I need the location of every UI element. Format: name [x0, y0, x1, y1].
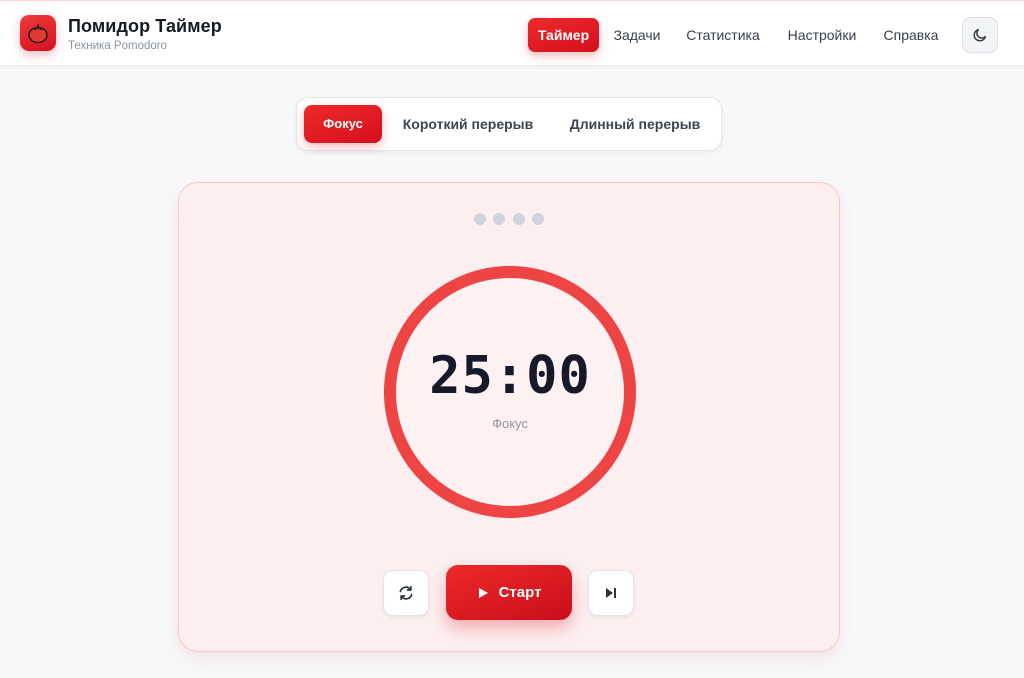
main-nav: Таймер Задачи Статистика Настройки Справ… — [0, 18, 1024, 52]
reset-icon — [399, 585, 413, 601]
nav-settings[interactable]: Настройки — [778, 18, 866, 52]
session-dot — [474, 213, 486, 225]
theme-toggle-button[interactable] — [962, 17, 998, 53]
mode-selector: Фокус Короткий перерыв Длинный перерыв — [296, 97, 722, 151]
start-button[interactable]: Старт — [446, 565, 572, 620]
reset-button[interactable] — [383, 570, 429, 616]
mode-long-break[interactable]: Длинный перерыв — [555, 105, 715, 143]
moon-icon — [973, 28, 987, 42]
nav-tasks[interactable]: Задачи — [606, 18, 668, 52]
session-dot — [513, 213, 525, 225]
session-dot — [493, 213, 505, 225]
skip-button[interactable] — [588, 570, 634, 616]
nav-statistics[interactable]: Статистика — [678, 18, 768, 52]
mode-focus[interactable]: Фокус — [304, 105, 382, 143]
timer-mode-label: Фокус — [492, 416, 528, 431]
play-icon — [478, 587, 488, 598]
mode-short-break[interactable]: Короткий перерыв — [393, 105, 543, 143]
start-button-label: Старт — [498, 584, 542, 601]
nav-timer[interactable]: Таймер — [528, 18, 599, 52]
skip-icon — [606, 588, 616, 598]
session-dot — [532, 213, 544, 225]
nav-help[interactable]: Справка — [876, 18, 946, 52]
timer-display: 25:00 — [429, 346, 591, 406]
top-bar: Помидор Таймер Техника Pomodoro Таймер З… — [0, 0, 1024, 66]
